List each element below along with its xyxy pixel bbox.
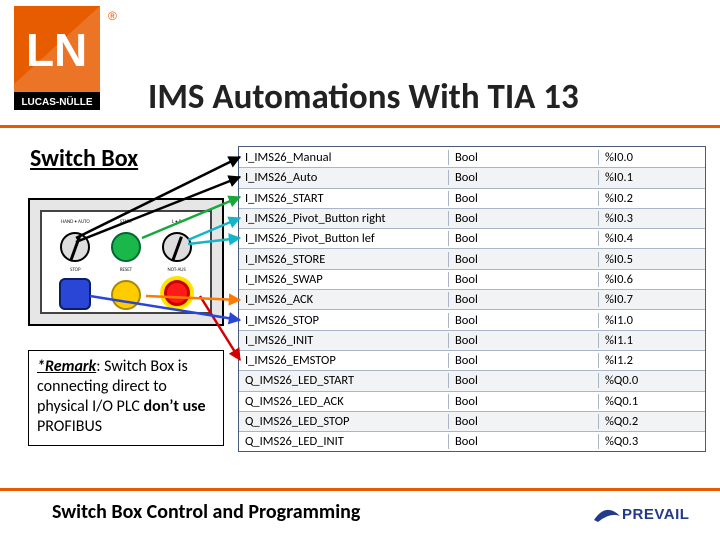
switchbox-illustration: HAND • AUTO START L • R STOP RESET NOT-A… [28,198,224,326]
table-row: I_IMS26_AutoBool%I0.1 [239,167,705,187]
cell-type: Bool [449,292,599,307]
svg-text:N: N [54,24,87,76]
cell-name: I_IMS26_EMSTOP [239,353,449,368]
emergency-stop-icon [160,276,194,310]
start-label: START [101,220,152,225]
cell-addr: %Q0.3 [599,434,705,449]
stop-label: STOP [50,268,101,273]
remark-sep: : [96,357,104,376]
cell-name: I_IMS26_START [239,191,449,206]
cell-type: Bool [449,414,599,429]
table-row: Q_IMS26_LED_STARTBool%Q0.0 [239,370,705,390]
cell-name: I_IMS26_STORE [239,252,449,267]
table-row: I_IMS26_STOREBool%I0.5 [239,248,705,268]
page-title: IMS Automations With TIA 13 [148,76,579,118]
notaus-label: NOT-AUS [151,268,202,273]
cell-addr: %I1.2 [599,353,705,368]
table-row: I_IMS26_SWAPBool%I0.6 [239,269,705,289]
cell-addr: %I1.1 [599,333,705,348]
remark-box: *Remark: Switch Box is connecting direct… [28,350,224,446]
reset-label: RESET [101,268,152,273]
knob-hand-auto-icon [60,232,90,262]
slide-header: L N LUCAS-NÜLLE ® IMS Automations With T… [0,0,720,128]
cell-name: Q_IMS26_LED_INIT [239,434,449,449]
cell-type: Bool [449,170,599,185]
cell-addr: %I1.0 [599,313,705,328]
cell-name: I_IMS26_SWAP [239,272,449,287]
remark-text-2: PROFIBUS [37,417,102,436]
table-row: I_IMS26_STOPBool%I1.0 [239,309,705,329]
header-rule [0,125,720,128]
knob-lr-icon [162,232,192,262]
svg-text:LUCAS-NÜLLE: LUCAS-NÜLLE [21,95,92,108]
cell-type: Bool [449,313,599,328]
cell-addr: %Q0.2 [599,414,705,429]
cell-addr: %I0.4 [599,231,705,246]
cell-addr: %I0.3 [599,211,705,226]
table-row: I_IMS26_EMSTOPBool%I1.2 [239,350,705,370]
cell-type: Bool [449,150,599,165]
cell-name: Q_IMS26_LED_START [239,373,449,388]
knob-lr-label: L • R [151,220,202,225]
cell-type: Bool [449,191,599,206]
start-button-icon [111,232,141,262]
table-row: I_IMS26_Pivot_Button rightBool%I0.3 [239,208,705,228]
cell-type: Bool [449,394,599,409]
cell-name: I_IMS26_Pivot_Button right [239,211,449,226]
table-row: I_IMS26_ManualBool%I0.0 [239,147,705,167]
cell-name: Q_IMS26_LED_ACK [239,394,449,409]
cell-addr: %I0.0 [599,150,705,165]
table-row: Q_IMS26_LED_INITBool%Q0.3 [239,431,705,451]
svg-text:PREVAIL: PREVAIL [622,506,689,523]
table-row: Q_IMS26_LED_ACKBool%Q0.1 [239,391,705,411]
cell-type: Bool [449,353,599,368]
io-table: I_IMS26_ManualBool%I0.0I_IMS26_AutoBool%… [238,146,706,452]
cell-type: Bool [449,333,599,348]
stop-button-icon [59,278,91,310]
cell-name: I_IMS26_INIT [239,333,449,348]
cell-type: Bool [449,272,599,287]
table-row: I_IMS26_INITBool%I1.1 [239,330,705,350]
remark-dont: don’t use [144,397,206,416]
remark-label: *Remark [37,357,96,376]
cell-name: Q_IMS26_LED_STOP [239,414,449,429]
cell-addr: %I0.7 [599,292,705,307]
footer-logo: PREVAIL [590,498,698,533]
cell-addr: %I0.6 [599,272,705,287]
cell-name: I_IMS26_Pivot_Button lef [239,231,449,246]
svg-text:®: ® [108,9,117,23]
reset-button-icon [111,280,141,310]
table-row: I_IMS26_Pivot_Button lefBool%I0.4 [239,228,705,248]
cell-addr: %I0.1 [599,170,705,185]
brand-logo: L N LUCAS-NÜLLE ® [14,6,134,119]
cell-type: Bool [449,434,599,449]
cell-name: I_IMS26_Manual [239,150,449,165]
cell-addr: %Q0.0 [599,373,705,388]
cell-name: I_IMS26_STOP [239,313,449,328]
cell-addr: %I0.5 [599,252,705,267]
cell-type: Bool [449,231,599,246]
footer-title: Switch Box Control and Programming [52,500,360,524]
footer-rule [0,488,720,491]
table-row: I_IMS26_STARTBool%I0.2 [239,188,705,208]
table-row: Q_IMS26_LED_STOPBool%Q0.2 [239,411,705,431]
cell-type: Bool [449,252,599,267]
svg-text:L: L [26,24,54,76]
section-title: Switch Box [30,144,138,173]
cell-name: I_IMS26_ACK [239,292,449,307]
table-row: I_IMS26_ACKBool%I0.7 [239,289,705,309]
cell-type: Bool [449,211,599,226]
cell-addr: %I0.2 [599,191,705,206]
cell-name: I_IMS26_Auto [239,170,449,185]
knob-hand-auto-label: HAND • AUTO [50,220,101,225]
cell-addr: %Q0.1 [599,394,705,409]
cell-type: Bool [449,373,599,388]
